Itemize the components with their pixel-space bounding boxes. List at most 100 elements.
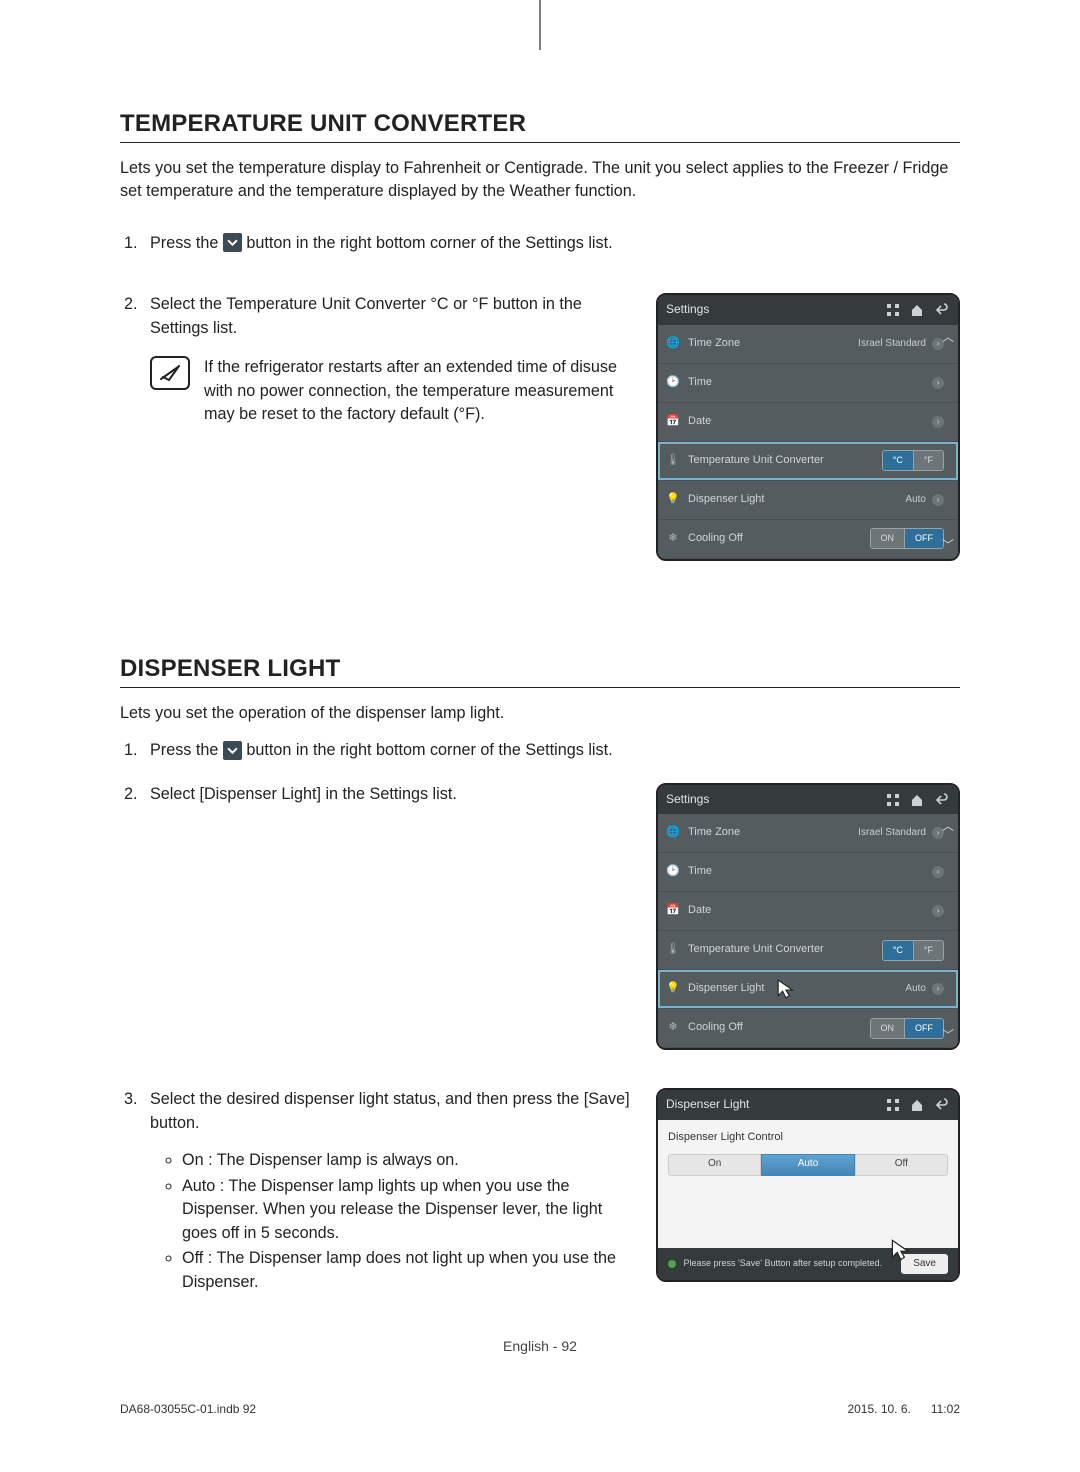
chevron-right-icon: › [932, 866, 944, 878]
row-tuc[interactable]: Temperature Unit Converter [688, 942, 874, 958]
snowflake-icon: ❄ [666, 1020, 680, 1036]
chevron-right-icon: › [932, 377, 944, 389]
section1-step1: Press the button in the right bottom cor… [142, 232, 960, 255]
panel-title: Settings [666, 791, 878, 808]
back-icon[interactable] [932, 792, 950, 808]
section2-step2: Select [Dispenser Light] in the Settings… [142, 783, 960, 1050]
dl-footer-msg: Please press 'Save' Button after setup c… [668, 1257, 882, 1270]
page-number: English - 92 [120, 1338, 960, 1354]
dl-option-off[interactable]: Off [855, 1154, 948, 1176]
section1-step2-text: Select the Temperature Unit Converter °C… [150, 295, 582, 336]
section-title-temperature: TEMPERATURE UNIT CONVERTER [120, 110, 960, 143]
settings-panel-a: Settings ︿ 🌐 Time Zone Israel St [656, 293, 960, 560]
row-time[interactable]: Time [688, 375, 924, 391]
section2-step1b: button in the right bottom corner of the… [246, 741, 612, 759]
section2-step3: Select the desired dispenser light statu… [142, 1088, 960, 1296]
section1-step2: Select the Temperature Unit Converter °C… [142, 293, 960, 560]
grid-icon[interactable] [884, 302, 902, 318]
cursor-icon [890, 1238, 914, 1262]
row-dl-value: Auto [905, 982, 926, 997]
section1-step1a: Press the [150, 234, 218, 252]
back-icon[interactable] [932, 302, 950, 318]
bullet-off: Off : The Dispenser lamp does not light … [182, 1247, 632, 1294]
cooling-off-toggle[interactable]: ON OFF [870, 528, 945, 549]
temp-unit-c[interactable]: °C [883, 451, 914, 470]
dl-subtitle: Dispenser Light Control [668, 1130, 948, 1146]
panel-title: Settings [666, 301, 878, 318]
row-timezone[interactable]: Time Zone [688, 336, 850, 352]
grid-icon[interactable] [884, 792, 902, 808]
globe-icon: 🌐 [666, 825, 680, 841]
row-timezone-value: Israel Standard [858, 337, 926, 352]
row-tuc[interactable]: Temperature Unit Converter [688, 453, 874, 469]
section1-note: If the refrigerator restarts after an ex… [204, 356, 632, 426]
back-icon[interactable] [932, 1097, 950, 1113]
dl-option-on[interactable]: On [668, 1154, 761, 1176]
calendar-icon: 📅 [666, 903, 680, 919]
dl-option-auto[interactable]: Auto [761, 1154, 854, 1176]
section2-step3-text: Select the desired dispenser light statu… [150, 1090, 630, 1131]
temp-unit-c[interactable]: °C [883, 941, 914, 960]
section2-step1: Press the button in the right bottom cor… [142, 739, 960, 762]
home-icon[interactable] [908, 1097, 926, 1113]
dispenser-light-panel: Dispenser Light Dispenser Light Control … [656, 1088, 960, 1282]
cooling-on[interactable]: ON [871, 1019, 906, 1038]
thermometer-icon: 🌡 [666, 942, 680, 958]
section2-step2-text: Select [Dispenser Light] in the Settings… [150, 785, 457, 803]
doc-timestamp: 2015. 10. 6. 11:02 [847, 1402, 960, 1416]
doc-id: DA68-03055C-01.indb 92 [120, 1402, 256, 1416]
note-icon [150, 356, 190, 390]
chevron-right-icon: › [932, 416, 944, 428]
bulb-icon: 💡 [666, 981, 680, 997]
clock-icon: 🕑 [666, 375, 680, 391]
cooling-on[interactable]: ON [871, 529, 906, 548]
calendar-icon: 📅 [666, 414, 680, 430]
bulb-icon: 💡 [666, 492, 680, 508]
globe-icon: 🌐 [666, 336, 680, 352]
clock-icon: 🕑 [666, 864, 680, 880]
chevron-right-icon: › [932, 494, 944, 506]
home-icon[interactable] [908, 792, 926, 808]
row-date[interactable]: Date [688, 414, 924, 430]
page-top-tick [540, 0, 541, 50]
temp-unit-f[interactable]: °F [914, 451, 943, 470]
bullet-on: On : The Dispenser lamp is always on. [182, 1149, 632, 1172]
chevron-right-icon: › [932, 983, 944, 995]
dl-segmented-control[interactable]: On Auto Off [668, 1154, 948, 1176]
section2-step1a: Press the [150, 741, 218, 759]
scroll-down-icon[interactable]: ﹀ [942, 537, 954, 554]
scroll-up-icon[interactable]: ︿ [942, 329, 954, 346]
row-timezone[interactable]: Time Zone [688, 825, 850, 841]
section2-intro: Lets you set the operation of the dispen… [120, 702, 960, 725]
scroll-down-icon[interactable]: ﹀ [942, 1027, 954, 1044]
bullet-auto: Auto : The Dispenser lamp lights up when… [182, 1175, 632, 1245]
row-dispenser-light[interactable]: Dispenser Light [688, 492, 897, 508]
temp-unit-toggle[interactable]: °C °F [882, 940, 944, 961]
home-icon[interactable] [908, 302, 926, 318]
row-dl-value: Auto [905, 493, 926, 508]
row-cooling-off[interactable]: Cooling Off [688, 531, 862, 547]
row-time[interactable]: Time [688, 864, 924, 880]
row-timezone-value: Israel Standard [858, 826, 926, 841]
snowflake-icon: ❄ [666, 531, 680, 547]
thermometer-icon: 🌡 [666, 453, 680, 469]
cooling-off[interactable]: OFF [905, 1019, 943, 1038]
scroll-up-icon[interactable]: ︿ [942, 818, 954, 835]
cooling-off-toggle[interactable]: ON OFF [870, 1018, 945, 1039]
section1-intro: Lets you set the temperature display to … [120, 157, 960, 204]
cooling-off[interactable]: OFF [905, 529, 943, 548]
temp-unit-f[interactable]: °F [914, 941, 943, 960]
cursor-icon [776, 978, 798, 1000]
chevron-right-icon: › [932, 905, 944, 917]
section-title-dispenser: DISPENSER LIGHT [120, 655, 960, 688]
row-cooling-off[interactable]: Cooling Off [688, 1020, 862, 1036]
grid-icon[interactable] [884, 1097, 902, 1113]
row-date[interactable]: Date [688, 903, 924, 919]
section1-step1b: button in the right bottom corner of the… [246, 234, 612, 252]
down-chevron-button-icon [223, 741, 242, 760]
settings-panel-b: Settings ︿ 🌐 Time Zone Israel St [656, 783, 960, 1050]
status-dot-icon [668, 1260, 676, 1268]
down-chevron-button-icon [223, 233, 242, 252]
temp-unit-toggle[interactable]: °C °F [882, 450, 944, 471]
dl-panel-title: Dispenser Light [666, 1096, 878, 1113]
